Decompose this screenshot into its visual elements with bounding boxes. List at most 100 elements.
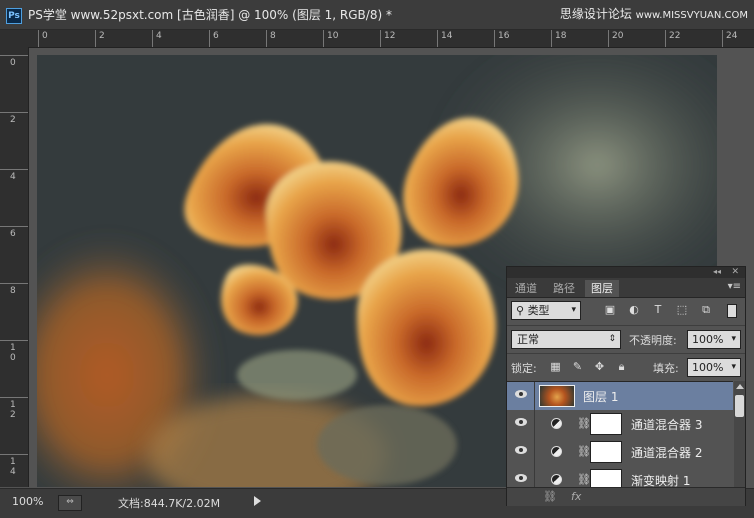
tab-paths[interactable]: 路径 (547, 280, 581, 297)
layer-mask-thumbnail[interactable] (590, 469, 622, 488)
lock-transparency-icon[interactable]: ▦ (549, 360, 562, 373)
document-size-info: 文档:844.7K/2.02M (118, 497, 221, 510)
ruler-tick: 16 (494, 30, 509, 47)
layer-mask-thumbnail[interactable] (590, 441, 622, 463)
layer-row-channel-mixer-2[interactable]: ⛓︎ 通道混合器 2 (507, 438, 733, 467)
adjustment-layer-icon (551, 474, 562, 485)
chevron-down-icon[interactable]: ▾ (731, 331, 736, 348)
ruler-tick: 12 (0, 397, 28, 420)
ruler-origin[interactable] (0, 30, 28, 47)
type-filter-icon[interactable]: T (651, 303, 665, 317)
adjustment-filter-icon[interactable]: ◐ (627, 303, 641, 317)
fill-field[interactable]: 100% ▾ (687, 358, 741, 377)
opacity-field[interactable]: 100% ▾ (687, 330, 741, 349)
layer-name[interactable]: 图层 1 (583, 388, 618, 405)
layer-row-layer1[interactable]: 图层 1 (507, 382, 733, 411)
close-panel-icon[interactable]: ✕ (731, 267, 739, 277)
chevron-updown-icon: ⇕ (608, 334, 616, 344)
ruler-tick: 4 (0, 169, 28, 182)
lock-position-move-icon[interactable]: ✥ (593, 360, 606, 373)
adjustment-layer-icon (551, 446, 562, 457)
panel-tabs: 通道 路径 图层 ▾≡ (507, 278, 745, 298)
panel-menu-icon[interactable]: ▾≡ (728, 281, 741, 292)
image-filter-icon[interactable]: ▣ (603, 303, 617, 317)
lock-row: 锁定: ▦ ✎ ✥ 🔒︎ 填充: 100% ▾ (507, 353, 745, 380)
link-icon[interactable]: ⛓︎ (543, 490, 557, 503)
blend-mode-value: 正常 (517, 333, 539, 346)
filter-toggle[interactable] (727, 304, 737, 318)
horizontal-ruler[interactable]: 0 2 4 6 8 10 12 14 16 18 20 22 24 (28, 30, 754, 48)
ruler-tick: 6 (209, 30, 219, 47)
scroll-up-icon[interactable] (736, 384, 744, 389)
fill-value: 100% (692, 361, 724, 374)
layer-row-channel-mixer-3[interactable]: ⛓︎ 通道混合器 3 (507, 410, 733, 439)
navigator-icon[interactable]: ⇔ (58, 495, 82, 511)
document-title: PS学堂 www.52psxt.com [古色润香] @ 100% (图层 1,… (28, 8, 392, 22)
ruler-tick: 18 (551, 30, 566, 47)
ruler-tick: 22 (665, 30, 680, 47)
chevron-down-icon[interactable]: ▾ (731, 359, 736, 376)
opacity-label: 不透明度: (629, 334, 677, 347)
scroll-thumb[interactable] (735, 395, 744, 417)
layer-row-gradient-map-1[interactable]: ⛓︎ 渐变映射 1 (507, 466, 733, 488)
ruler-tick: 4 (152, 30, 162, 47)
layer-mask-thumbnail[interactable] (590, 413, 622, 435)
lock-label: 锁定: (511, 362, 537, 375)
blend-mode-select[interactable]: 正常 ⇕ (511, 330, 621, 349)
layer-filter-row: ⚲ 类型 ▾ ▣ ◐ T ⬚ ⧉ (507, 298, 745, 324)
opacity-value: 100% (692, 333, 724, 346)
ruler-tick: 0 (0, 55, 28, 68)
fill-label: 填充: (653, 362, 679, 375)
layer-list-scrollbar[interactable] (734, 381, 745, 487)
eye-visibility-icon[interactable] (515, 474, 527, 482)
lock-all-icon[interactable]: 🔒︎ (615, 360, 628, 373)
layers-panel: ◂◂ ✕ 通道 路径 图层 ▾≡ ⚲ 类型 ▾ ▣ ◐ T ⬚ ⧉ 正常 ⇕ 不… (506, 266, 746, 506)
vertical-ruler[interactable]: 0 2 4 6 8 10 12 14 (0, 47, 29, 487)
watermark-sub-text: www.MISSVYUAN.COM (635, 10, 748, 21)
smart-object-filter-icon[interactable]: ⧉ (699, 303, 713, 317)
eye-visibility-icon[interactable] (515, 390, 527, 398)
zoom-level[interactable]: 100% (12, 495, 43, 508)
ruler-tick: 10 (0, 340, 28, 363)
link-chain-icon[interactable]: ⛓︎ (577, 417, 591, 430)
ruler-tick: 2 (95, 30, 105, 47)
fx-icon[interactable]: fx (571, 490, 581, 503)
layer-list: 图层 1 ⛓︎ 通道混合器 3 ⛓︎ 通道混合器 2 ⛓︎ 渐变映射 1 (507, 381, 733, 488)
link-chain-icon[interactable]: ⛓︎ (577, 445, 591, 458)
tab-layers[interactable]: 图层 (585, 280, 619, 297)
tab-channels[interactable]: 通道 (509, 280, 543, 297)
photoshop-app-icon: Ps (6, 8, 22, 24)
layer-filter-select[interactable]: ⚲ 类型 ▾ (511, 301, 581, 320)
layer-name[interactable]: 通道混合器 3 (631, 416, 702, 433)
panel-footer: ⛓︎ fx (507, 487, 745, 506)
ruler-tick: 8 (266, 30, 276, 47)
panel-header[interactable]: ◂◂ ✕ (507, 267, 745, 278)
site-watermark: 思缘设计论坛 www.MISSVYUAN.COM (560, 5, 748, 22)
ruler-tick: 2 (0, 112, 28, 125)
blend-row: 正常 ⇕ 不透明度: 100% ▾ (507, 325, 745, 352)
status-menu-arrow-icon[interactable] (254, 496, 261, 506)
eye-visibility-icon[interactable] (515, 418, 527, 426)
collapse-panel-icon[interactable]: ◂◂ (713, 267, 721, 277)
ruler-tick: 10 (323, 30, 338, 47)
layer-name[interactable]: 渐变映射 1 (631, 472, 690, 488)
ruler-tick: 14 (0, 454, 28, 477)
ruler-tick: 8 (0, 283, 28, 296)
document-title-bar: Ps PS学堂 www.52psxt.com [古色润香] @ 100% (图层… (0, 0, 754, 30)
link-chain-icon[interactable]: ⛓︎ (577, 473, 591, 486)
eye-visibility-icon[interactable] (515, 446, 527, 454)
ruler-tick: 12 (380, 30, 395, 47)
lock-image-brush-icon[interactable]: ✎ (571, 360, 584, 373)
ruler-tick: 24 (722, 30, 737, 47)
layer-thumbnail (539, 385, 575, 407)
filter-type-label: 类型 (527, 304, 550, 317)
layer-name[interactable]: 通道混合器 2 (631, 444, 702, 461)
watermark-main-text: 思缘设计论坛 (559, 7, 632, 21)
adjustment-layer-icon (551, 418, 562, 429)
ruler-tick: 0 (38, 30, 48, 47)
search-icon: ⚲ (516, 304, 525, 317)
ruler-tick: 14 (437, 30, 452, 47)
shape-filter-icon[interactable]: ⬚ (675, 303, 689, 317)
ruler-tick: 20 (608, 30, 623, 47)
ruler-tick: 6 (0, 226, 28, 239)
